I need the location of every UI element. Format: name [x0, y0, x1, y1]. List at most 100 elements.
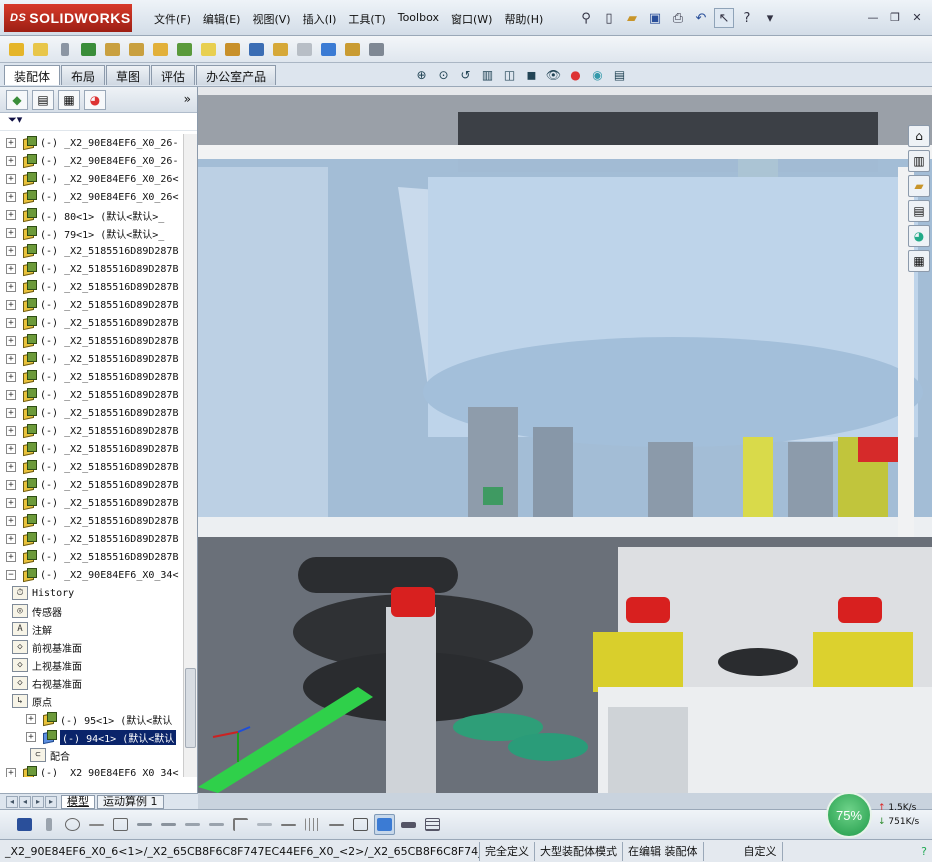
smart-fastener-icon[interactable]: [102, 39, 123, 60]
tree-item-feature[interactable]: ◇ 右视基准面: [0, 674, 184, 692]
display-style-icon[interactable]: ◼: [522, 66, 541, 84]
options-icon[interactable]: ▾: [760, 8, 780, 28]
menu-item[interactable]: 工具(T): [342, 9, 391, 29]
corner-icon[interactable]: [230, 814, 251, 835]
mate-icon[interactable]: [54, 39, 75, 60]
feature-manager-tab-icon[interactable]: ◆: [6, 89, 28, 110]
expand-icon[interactable]: +: [6, 534, 16, 544]
tree-item-component[interactable]: + (-) _X2_5185516D89D287B: [0, 386, 184, 404]
menu-item[interactable]: 插入(I): [297, 9, 343, 29]
tree-item-feature[interactable]: ◇ 上视基准面: [0, 656, 184, 674]
angle-icon[interactable]: [158, 814, 179, 835]
tree-item-component[interactable]: + (-) _X2_5185516D89D287B: [0, 512, 184, 530]
tree-item-component[interactable]: + (-) _X2_5185516D89D287B: [0, 440, 184, 458]
linear-pattern-icon[interactable]: [78, 39, 99, 60]
offset-icon[interactable]: [206, 814, 227, 835]
print-icon[interactable]: ⎙: [668, 8, 688, 28]
construction-icon[interactable]: [254, 814, 275, 835]
expand-icon[interactable]: +: [6, 318, 16, 328]
angle-dim-icon[interactable]: [326, 814, 347, 835]
tree-item-component[interactable]: + (-) _X2_5185516D89D287B: [0, 404, 184, 422]
edit-appearance-icon[interactable]: ●: [566, 66, 585, 84]
collapse-icon[interactable]: −: [6, 570, 16, 580]
expand-icon[interactable]: +: [6, 138, 16, 148]
show-hidden-icon[interactable]: [150, 39, 171, 60]
command-tab[interactable]: 办公室产品: [196, 65, 277, 85]
solidworks-resources-icon[interactable]: ⌂: [908, 125, 930, 147]
line-icon[interactable]: [86, 814, 107, 835]
expand-icon[interactable]: +: [6, 462, 16, 472]
command-tab[interactable]: 草图: [106, 65, 151, 85]
bottom-tab[interactable]: 模型: [61, 794, 95, 809]
bottom-tab[interactable]: 运动算例 1: [97, 794, 164, 809]
undo-icon[interactable]: ↶: [691, 8, 711, 28]
new-part-icon[interactable]: [30, 39, 51, 60]
tree-item-component[interactable]: + (-) _X2_5185516D89D287B: [0, 350, 184, 368]
sketch-icon[interactable]: [366, 39, 387, 60]
expand-icon[interactable]: +: [6, 480, 16, 490]
tree-item-component[interactable]: + (-) _X2_5185516D89D287B: [0, 548, 184, 566]
save-icon[interactable]: ▣: [645, 8, 665, 28]
expand-icon[interactable]: +: [6, 282, 16, 292]
tree-item-feature[interactable]: ⊂ 配合: [0, 746, 184, 764]
save-bottom-icon[interactable]: [14, 814, 35, 835]
tree-item-component[interactable]: + (-) _X2_5185516D89D287B: [0, 278, 184, 296]
file-explorer-icon[interactable]: ▰: [908, 175, 930, 197]
tree-item-component[interactable]: + (-) _X2_5185516D89D287B: [0, 242, 184, 260]
minimize-icon[interactable]: —: [864, 8, 882, 26]
section-view-icon[interactable]: ▥: [478, 66, 497, 84]
expand-icon[interactable]: +: [6, 210, 16, 220]
next-tab-icon[interactable]: ▸: [32, 795, 44, 808]
mirror-icon[interactable]: [182, 814, 203, 835]
restore-icon[interactable]: ❐: [886, 8, 904, 26]
menu-item[interactable]: 编辑(E): [197, 9, 247, 29]
tree-item-component[interactable]: + (-) _X2_5185516D89D287B: [0, 530, 184, 548]
3d-box-icon[interactable]: [350, 814, 371, 835]
expand-icon[interactable]: +: [6, 192, 16, 202]
tree-item-component[interactable]: + (-) _X2_5185516D89D287B: [0, 314, 184, 332]
trim-icon[interactable]: [134, 814, 155, 835]
help-icon[interactable]: ?: [737, 8, 757, 28]
network-gauge[interactable]: 75%: [826, 792, 872, 838]
relations-icon[interactable]: [398, 814, 419, 835]
expand-icon[interactable]: +: [6, 246, 16, 256]
assembly-model-render[interactable]: [198, 87, 932, 793]
tree-item-component[interactable]: + (-) _X2_5185516D89D287B: [0, 332, 184, 350]
tree-item-feature[interactable]: ◎ 传感器: [0, 602, 184, 620]
tree-item-component[interactable]: + (-) _X2_5185516D89D287B: [0, 296, 184, 314]
zoom-to-area-icon[interactable]: ⊙: [434, 66, 453, 84]
new-document-icon[interactable]: ▯: [599, 8, 619, 28]
expand-icon[interactable]: +: [6, 264, 16, 274]
view-orientation-icon[interactable]: ◫: [500, 66, 519, 84]
polygon-icon[interactable]: [110, 814, 131, 835]
first-tab-icon[interactable]: ◂: [6, 795, 18, 808]
select-pointer-icon[interactable]: ↖: [714, 8, 734, 28]
graphics-viewport[interactable]: ⌂ ▥ ▰ ▤ ◕ ▦: [198, 87, 932, 793]
tree-item-component[interactable]: + (-) _X2_5185516D89D287B: [0, 494, 184, 512]
tree-item-feature[interactable]: ◇ 前视基准面: [0, 638, 184, 656]
expand-icon[interactable]: +: [26, 732, 36, 742]
tree-scrollbar[interactable]: [183, 134, 197, 777]
expand-icon[interactable]: +: [6, 516, 16, 526]
appearances-icon[interactable]: ◕: [908, 225, 930, 247]
display-manager-tab-icon[interactable]: ◕: [84, 89, 106, 110]
last-tab-icon[interactable]: ▸: [45, 795, 57, 808]
command-tab[interactable]: 布局: [61, 65, 106, 85]
pin-icon[interactable]: ⚲: [576, 8, 596, 28]
large-assembly-icon[interactable]: [342, 39, 363, 60]
reference-geometry-icon[interactable]: [198, 39, 219, 60]
point-icon[interactable]: [38, 814, 59, 835]
tree-item-component[interactable]: + (-) _X2_5185516D89D287B: [0, 476, 184, 494]
tree-item-feature[interactable]: A 注解: [0, 620, 184, 638]
menu-item[interactable]: 文件(F): [148, 9, 197, 29]
tree-item-component[interactable]: + (-) 95<1> (默认<默认: [0, 710, 184, 728]
close-icon[interactable]: ✕: [908, 8, 926, 26]
zoom-to-fit-icon[interactable]: ⊕: [412, 66, 431, 84]
tree-item-component[interactable]: + (-) _X2_90E84EF6_X0_26<: [0, 170, 184, 188]
menu-item[interactable]: Toolbox: [392, 9, 445, 29]
tree-item-component[interactable]: + (-) _X2_90E84EF6_X0_26<: [0, 188, 184, 206]
view-settings-icon[interactable]: ▤: [610, 66, 629, 84]
expand-icon[interactable]: +: [6, 156, 16, 166]
expand-icon[interactable]: +: [6, 768, 16, 777]
expand-panel-icon[interactable]: »: [184, 92, 191, 106]
